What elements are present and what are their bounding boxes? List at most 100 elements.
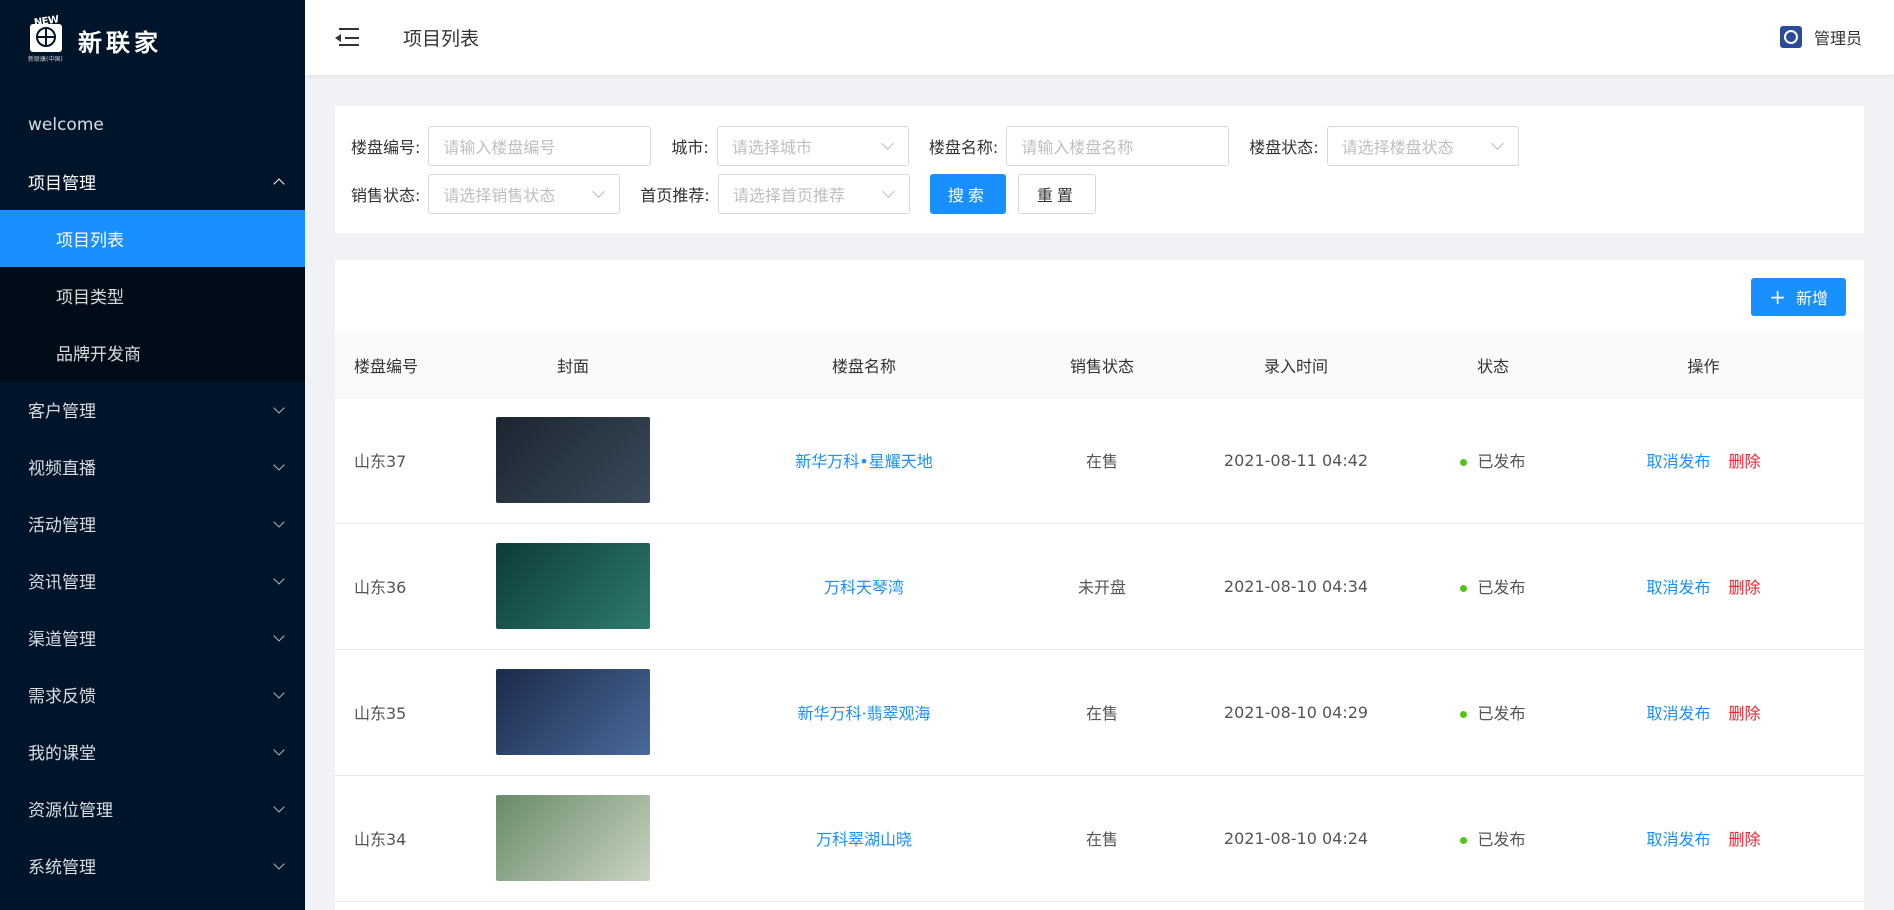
chevron-down-icon bbox=[273, 686, 285, 699]
unpublish-button[interactable]: 取消发布 bbox=[1646, 452, 1710, 471]
chevron-down-icon bbox=[273, 515, 285, 528]
delete-button[interactable]: 删除 bbox=[1729, 830, 1761, 849]
sidebar-item-project-list[interactable]: 项目列表 bbox=[0, 210, 305, 267]
status-select[interactable]: 请选择楼盘状态 bbox=[1326, 126, 1519, 166]
delete-button[interactable]: 删除 bbox=[1729, 452, 1761, 471]
status-label: 楼盘状态: bbox=[1249, 138, 1319, 157]
sidebar-item-resource-slot[interactable]: 资源位管理 bbox=[0, 780, 305, 837]
cell-sale-status: 在售 bbox=[1055, 775, 1149, 902]
cell-status: 已发布 bbox=[1443, 523, 1543, 650]
brand-logo[interactable]: NEW 新联康(中国) 新联家 bbox=[0, 0, 305, 80]
city-select[interactable]: 请选择城市 bbox=[716, 126, 909, 166]
top-header: 项目列表 管理员 bbox=[305, 0, 1894, 75]
project-name-link[interactable]: 万科翠湖山晓 bbox=[816, 830, 912, 849]
brand-name: 新联家 bbox=[78, 28, 162, 57]
cell-status: 已发布 bbox=[1443, 397, 1543, 524]
sale-select[interactable]: 请选择销售状态 bbox=[428, 174, 621, 214]
cell-status: 已发布 bbox=[1443, 649, 1543, 776]
name-input[interactable]: 请输入楼盘名称 bbox=[1006, 126, 1230, 166]
sidebar-item-system[interactable]: 系统管理 bbox=[0, 837, 305, 894]
cover-image bbox=[496, 543, 650, 629]
avatar bbox=[1778, 22, 1804, 52]
code-label: 楼盘编号: bbox=[351, 138, 421, 157]
table-row: 山东35 新华万科·翡翠观海 在售 2021-08-10 04:29 已发布 取… bbox=[335, 649, 1864, 776]
project-table: 楼盘编号 封面 楼盘名称 销售状态 录入时间 状态 操作 山东37 新华万科•星… bbox=[335, 333, 1864, 902]
menu-fold-icon[interactable] bbox=[335, 27, 359, 48]
sidebar-item-project-management[interactable]: 项目管理 bbox=[0, 153, 305, 210]
col-sale-status: 销售状态 bbox=[1055, 333, 1149, 398]
page-title: 项目列表 bbox=[403, 28, 480, 50]
recommend-select[interactable]: 请选择首页推荐 bbox=[717, 174, 910, 214]
chevron-down-icon bbox=[273, 629, 285, 642]
filter-row-2: 销售状态: 请选择销售状态 首页推荐: 请选择首页推荐 搜索 重置 bbox=[351, 174, 1096, 214]
add-button[interactable]: + 新增 bbox=[1751, 278, 1846, 316]
delete-button[interactable]: 删除 bbox=[1729, 578, 1761, 597]
cell-sale-status: 在售 bbox=[1055, 397, 1149, 524]
cell-cover bbox=[473, 523, 673, 650]
sidebar-item-activity[interactable]: 活动管理 bbox=[0, 495, 305, 552]
col-code: 楼盘编号 bbox=[335, 333, 473, 398]
project-name-link[interactable]: 万科天琴湾 bbox=[824, 578, 904, 597]
cell-code: 山东36 bbox=[335, 523, 473, 650]
cell-sale-status: 在售 bbox=[1055, 649, 1149, 776]
user-name: 管理员 bbox=[1813, 29, 1862, 48]
sidebar-item-feedback[interactable]: 需求反馈 bbox=[0, 666, 305, 723]
cell-sale-status: 未开盘 bbox=[1055, 523, 1149, 650]
cell-cover bbox=[473, 649, 673, 776]
unpublish-button[interactable]: 取消发布 bbox=[1646, 830, 1710, 849]
cell-name: 万科翠湖山晓 bbox=[673, 775, 1055, 902]
project-name-link[interactable]: 新华万科·翡翠观海 bbox=[797, 704, 930, 723]
cell-code: 山东37 bbox=[335, 397, 473, 524]
cell-actions: 取消发布 删除 bbox=[1543, 397, 1864, 524]
table-row: 山东37 新华万科•星耀天地 在售 2021-08-11 04:42 已发布 取… bbox=[335, 397, 1864, 524]
project-table-card: + 新增 楼盘编号 封面 楼盘名称 销售状态 录入时间 状态 操作 山东37 新… bbox=[335, 260, 1864, 910]
status-dot-icon bbox=[1460, 711, 1468, 718]
code-input[interactable]: 请输入楼盘编号 bbox=[428, 126, 652, 166]
status-dot-icon bbox=[1460, 585, 1468, 592]
chevron-down-icon bbox=[273, 572, 285, 585]
cell-cover bbox=[473, 397, 673, 524]
sidebar-item-classroom[interactable]: 我的课堂 bbox=[0, 723, 305, 780]
unpublish-button[interactable]: 取消发布 bbox=[1646, 704, 1710, 723]
chevron-down-icon bbox=[273, 401, 285, 414]
cell-name: 新华万科·翡翠观海 bbox=[673, 649, 1055, 776]
project-submenu: 项目列表 项目类型 品牌开发商 bbox=[0, 210, 305, 381]
filter-row-1: 楼盘编号: 请输入楼盘编号 城市: 请选择城市 楼盘名称: 请输入楼盘名称 楼盘… bbox=[351, 126, 1539, 166]
cell-name: 万科天琴湾 bbox=[673, 523, 1055, 650]
chevron-down-icon bbox=[273, 458, 285, 471]
user-menu[interactable]: 管理员 bbox=[1778, 22, 1862, 52]
search-button[interactable]: 搜索 bbox=[929, 174, 1006, 214]
unpublish-button[interactable]: 取消发布 bbox=[1646, 578, 1710, 597]
cell-actions: 取消发布 删除 bbox=[1543, 775, 1864, 902]
sidebar-item-welcome[interactable]: welcome bbox=[0, 96, 305, 153]
cell-code: 山东34 bbox=[335, 775, 473, 902]
reset-button[interactable]: 重置 bbox=[1017, 174, 1096, 214]
sidebar-item-live-video[interactable]: 视频直播 bbox=[0, 438, 305, 495]
sidebar: NEW 新联康(中国) 新联家 welcome 项目管理 项目列表 项目类型 品… bbox=[0, 0, 305, 910]
name-label: 楼盘名称: bbox=[928, 138, 999, 157]
table-row: 山东34 万科翠湖山晓 在售 2021-08-10 04:24 已发布 取消发布… bbox=[335, 775, 1864, 902]
cell-name: 新华万科•星耀天地 bbox=[673, 397, 1055, 524]
chevron-up-icon bbox=[273, 177, 285, 190]
status-dot-icon bbox=[1460, 837, 1468, 844]
delete-button[interactable]: 删除 bbox=[1729, 704, 1761, 723]
cell-code: 山东35 bbox=[335, 649, 473, 776]
sidebar-item-news[interactable]: 资讯管理 bbox=[0, 552, 305, 609]
chevron-down-icon bbox=[881, 185, 895, 198]
chevron-down-icon bbox=[273, 743, 285, 756]
cell-actions: 取消发布 删除 bbox=[1543, 523, 1864, 650]
cell-cover bbox=[473, 775, 673, 902]
sidebar-item-customer[interactable]: 客户管理 bbox=[0, 381, 305, 438]
sale-label: 销售状态: bbox=[351, 186, 421, 205]
col-name: 楼盘名称 bbox=[673, 333, 1055, 398]
cell-time: 2021-08-11 04:42 bbox=[1149, 397, 1443, 524]
sidebar-item-channel[interactable]: 渠道管理 bbox=[0, 609, 305, 666]
chevron-down-icon bbox=[273, 857, 285, 870]
project-name-link[interactable]: 新华万科•星耀天地 bbox=[795, 452, 932, 471]
col-time: 录入时间 bbox=[1149, 333, 1443, 398]
cover-image bbox=[496, 795, 650, 881]
sidebar-item-project-type[interactable]: 项目类型 bbox=[0, 267, 305, 324]
sidebar-item-brand-developer[interactable]: 品牌开发商 bbox=[0, 324, 305, 381]
chevron-down-icon bbox=[1490, 137, 1504, 150]
cover-image bbox=[496, 417, 650, 503]
